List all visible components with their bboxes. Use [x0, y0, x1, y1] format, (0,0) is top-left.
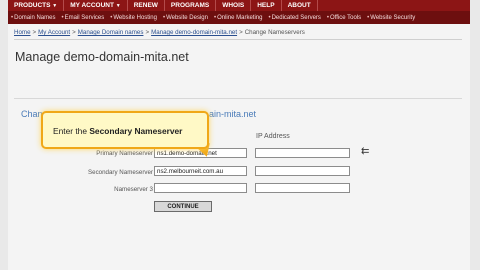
secondary-nameserver-input[interactable]: ns2.melbourneit.com.au: [154, 166, 247, 176]
tutorial-callout: Enter the Secondary Nameserver: [41, 111, 209, 149]
subnav-email-services[interactable]: Email Services: [58, 15, 107, 21]
sub-navigation-bar: Domain Names Email Services Website Host…: [8, 11, 470, 24]
ip-address-column-header: IP Address: [256, 133, 290, 140]
subnav-website-design[interactable]: Website Design: [160, 15, 211, 21]
callout-prefix: Enter the: [53, 126, 90, 136]
callout-emphasis: Secondary Nameserver: [89, 126, 183, 136]
subnav-website-security[interactable]: Website Security: [364, 15, 418, 21]
nameserver-3-input[interactable]: [154, 183, 247, 193]
secondary-ip-input[interactable]: [255, 166, 350, 176]
subnav-dedicated-servers[interactable]: Dedicated Servers: [265, 15, 323, 21]
breadcrumb-separator: >: [32, 29, 37, 36]
nav-products-label: PRODUCTS: [14, 1, 51, 9]
mouse-cursor-icon: ⇇: [361, 146, 370, 157]
section-title-right: ain-mita.net: [209, 109, 257, 119]
breadcrumb-current: Change Nameservers: [244, 29, 305, 36]
nav-programs[interactable]: PROGRAMS: [165, 0, 217, 11]
breadcrumb-manage-domain-names[interactable]: Manage Domain names: [78, 29, 144, 36]
callout-text: Enter the Secondary Nameserver: [53, 126, 182, 136]
subnav-office-tools[interactable]: Office Tools: [324, 15, 364, 21]
divider: [14, 98, 462, 99]
nameserver-3-ip-input[interactable]: [255, 183, 350, 193]
primary-ip-input[interactable]: [255, 148, 350, 158]
chevron-down-icon: ▼: [115, 2, 121, 9]
secondary-nameserver-label: Secondary Nameserver: [88, 169, 153, 176]
browser-page: PRODUCTS ▼ MY ACCOUNT ▼ RENEW PROGRAMS W…: [8, 0, 470, 270]
subnav-website-hosting[interactable]: Website Hosting: [107, 15, 160, 21]
nav-my-account[interactable]: MY ACCOUNT ▼: [64, 0, 128, 12]
continue-button[interactable]: CONTINUE: [154, 201, 212, 212]
page-title: Manage demo-domain-mita.net: [15, 50, 189, 64]
nav-renew[interactable]: RENEW: [128, 0, 165, 11]
nav-help[interactable]: HELP: [251, 0, 282, 11]
chevron-down-icon: ▼: [52, 2, 58, 9]
top-navigation-bar: PRODUCTS ▼ MY ACCOUNT ▼ RENEW PROGRAMS W…: [8, 0, 470, 12]
breadcrumb-separator: >: [72, 29, 76, 36]
breadcrumb-separator: >: [239, 29, 243, 36]
nameserver-3-label: Nameserver 3: [114, 186, 153, 193]
primary-nameserver-label: Primary Nameserver: [96, 150, 153, 157]
subnav-online-marketing[interactable]: Online Marketing: [211, 15, 265, 21]
breadcrumb-separator: >: [145, 29, 150, 36]
subnav-domain-names[interactable]: Domain Names: [8, 15, 58, 21]
divider: [14, 39, 462, 40]
nav-products[interactable]: PRODUCTS ▼: [8, 0, 65, 12]
breadcrumb-home[interactable]: Home: [14, 29, 31, 36]
breadcrumb-my-account[interactable]: My Account: [38, 29, 70, 36]
nav-whois[interactable]: WHOIS: [216, 0, 252, 11]
breadcrumb-manage-domain[interactable]: Manage demo-domain-mita.net: [151, 29, 237, 36]
nav-my-account-label: MY ACCOUNT: [70, 1, 114, 9]
nav-about[interactable]: ABOUT: [282, 0, 318, 11]
breadcrumb: Home > My Account > Manage Domain names > Mana…: [14, 29, 305, 36]
